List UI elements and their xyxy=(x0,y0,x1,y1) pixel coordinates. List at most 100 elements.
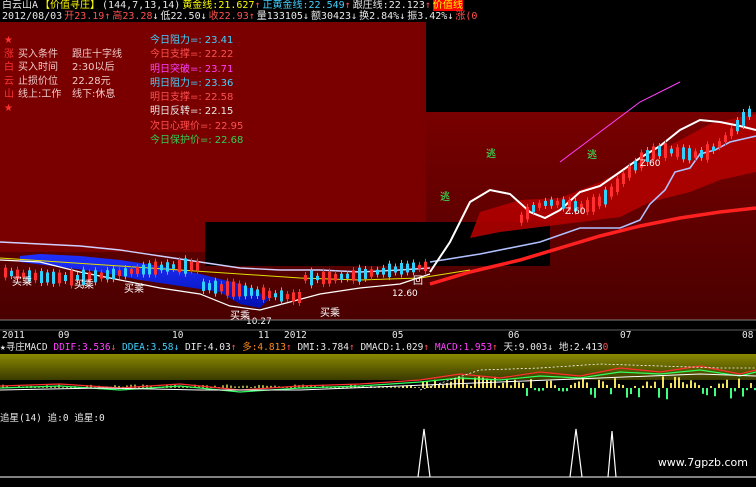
escape-label-3: 逃 xyxy=(587,148,597,161)
dmacd-arrow: ↑ xyxy=(423,342,430,353)
x-tick-label: 2012 xyxy=(284,330,307,341)
macd-bar xyxy=(526,388,528,396)
change-arrow: ↓ xyxy=(399,11,406,22)
dif-arrow: ↑ xyxy=(230,342,237,353)
x-tick-label: 06 xyxy=(508,330,520,341)
ddif-arrow: ↓ xyxy=(110,342,117,353)
close-arrow: ↑ xyxy=(248,11,255,22)
change-value: 换2.84% xyxy=(359,11,400,22)
open-value: 开23.19 xyxy=(64,11,105,22)
genzhuang-label: 跟庄线: xyxy=(352,0,389,11)
mid-marker: Z.60 xyxy=(565,207,586,217)
star-indicator-header: 追星(14) 追:0 追星:0 xyxy=(0,413,756,425)
amplitude-arrow: ↓ xyxy=(447,11,454,22)
formula-name[interactable]: 【价值寻庄】 xyxy=(40,0,100,11)
macd-bar xyxy=(450,381,452,388)
macd-bar xyxy=(690,380,692,388)
level-value: 23.41 xyxy=(204,35,234,46)
macd-bar xyxy=(730,388,732,399)
x-tick-label: 09 xyxy=(58,330,70,341)
macd-bar xyxy=(470,385,472,388)
macd-bar xyxy=(238,386,240,388)
macd-bar xyxy=(550,380,552,388)
volume-value: 量133105 xyxy=(256,11,303,22)
macd-title[interactable]: ★寻庄MACD xyxy=(0,342,48,353)
jiazhi-label: 价值线 xyxy=(432,0,463,11)
macd-chart[interactable] xyxy=(0,354,756,412)
high-arrow: ↓ xyxy=(152,11,159,22)
macd-bar xyxy=(262,385,264,388)
macd-bar xyxy=(502,382,504,388)
level-row: 明日阻力=: 23.36 xyxy=(150,77,243,91)
macd-bar xyxy=(234,386,236,388)
macd-bar xyxy=(554,385,556,388)
macd-bar xyxy=(674,376,676,388)
tian-value: 天:9.003 xyxy=(503,342,548,353)
level-row: 次日心理价=: 22.95 xyxy=(150,120,243,134)
macd-bar xyxy=(710,385,712,388)
level-label: 今日支撑=: xyxy=(150,49,202,61)
ddea-value: DDEA:3.58 xyxy=(122,342,174,353)
macd-bar xyxy=(246,385,248,388)
dif-value: DIF:4.03 xyxy=(184,342,231,353)
upper-right-black xyxy=(426,22,756,112)
macd-bar xyxy=(742,388,744,397)
macd-bar xyxy=(630,388,632,394)
macd-bar xyxy=(538,388,540,392)
escape-label-2: 逃 xyxy=(486,147,496,160)
conditions-panel: ★ 涨买入条件 跟庄十字线白买入时间 2:30以后云止损价位 22.28元山线上:工作… xyxy=(4,34,122,115)
level-label: 明日突破=: xyxy=(150,63,202,75)
hui-label: 回 xyxy=(413,275,423,287)
star-title[interactable]: 追星(14) xyxy=(0,413,42,424)
macd-bar xyxy=(506,379,508,388)
macd-bar xyxy=(590,388,592,395)
macd-bar xyxy=(702,388,704,394)
macd-bar xyxy=(718,383,720,388)
macd-header: ★寻庄MACD DDIF:3.536↓ DDEA:3.58↓ DIF:4.03↑… xyxy=(0,342,756,354)
close-value: 收22.93 xyxy=(208,11,249,22)
macd-bar xyxy=(242,385,244,388)
macd-bar xyxy=(602,381,604,388)
genzhuang-arrow: ↑ xyxy=(424,0,431,11)
amount-arrow: ↓ xyxy=(351,11,358,22)
condition-value: 2:30以后 xyxy=(72,62,115,73)
stock-name[interactable]: 白云山A xyxy=(2,0,38,11)
macd-bar xyxy=(62,387,64,388)
watermark: www.7gpzb.com xyxy=(657,456,748,469)
macd-bar xyxy=(570,384,572,388)
condition-key: 买入条件 xyxy=(18,48,58,60)
macd-bar xyxy=(714,388,716,397)
macd-bar xyxy=(682,382,684,388)
level-value: 22.68 xyxy=(214,135,244,147)
zhuixing-value: 追星:0 xyxy=(74,413,105,424)
macd-bar xyxy=(626,388,628,398)
macd-bar xyxy=(534,388,536,391)
level-label: 明日阻力=: xyxy=(150,77,202,89)
macd-bar xyxy=(522,383,524,388)
formula-params: (144,7,13,14) xyxy=(102,0,181,11)
star-panel-bg xyxy=(0,425,756,487)
macd-bar xyxy=(658,388,660,398)
star-chart[interactable] xyxy=(0,425,756,487)
dmacd-value: DMACD:1.029 xyxy=(360,342,424,353)
low-arrow: ↓ xyxy=(200,11,207,22)
mid-marker-2: Z.60 xyxy=(640,159,661,169)
di-value: 地:2.413 xyxy=(558,342,603,353)
genzhuang-value: 22.123 xyxy=(388,0,425,11)
di-arrow: 0 xyxy=(602,342,609,353)
level-row: 今日阻力=: 23.41 xyxy=(150,34,243,48)
level-value: 22.95 xyxy=(214,120,244,132)
condition-row: 涨买入条件 跟庄十字线 xyxy=(4,48,122,62)
duo-arrow: ↑ xyxy=(286,342,292,353)
stock-chart-window: 白云山A 【价值寻庄】 (144,7,13,14) 黄金线:21.627↑ 正黄金线:2… xyxy=(0,0,756,487)
header-row-2: 2012/08/03 开23.19↑ 高23.28↓ 低22.50↓ 收22.93↑ 量1… xyxy=(2,11,479,22)
zhenghuangjin-value: 22.549 xyxy=(308,0,345,11)
level-value: 23.36 xyxy=(204,77,234,89)
macd-bar xyxy=(646,381,648,388)
macd-bar xyxy=(418,387,420,388)
macd-bar xyxy=(42,387,44,388)
rise-value: 涨(0 xyxy=(455,11,478,22)
amount-value: 额30423 xyxy=(310,11,352,22)
macd-bar xyxy=(222,385,224,388)
macd-bar xyxy=(562,388,564,392)
